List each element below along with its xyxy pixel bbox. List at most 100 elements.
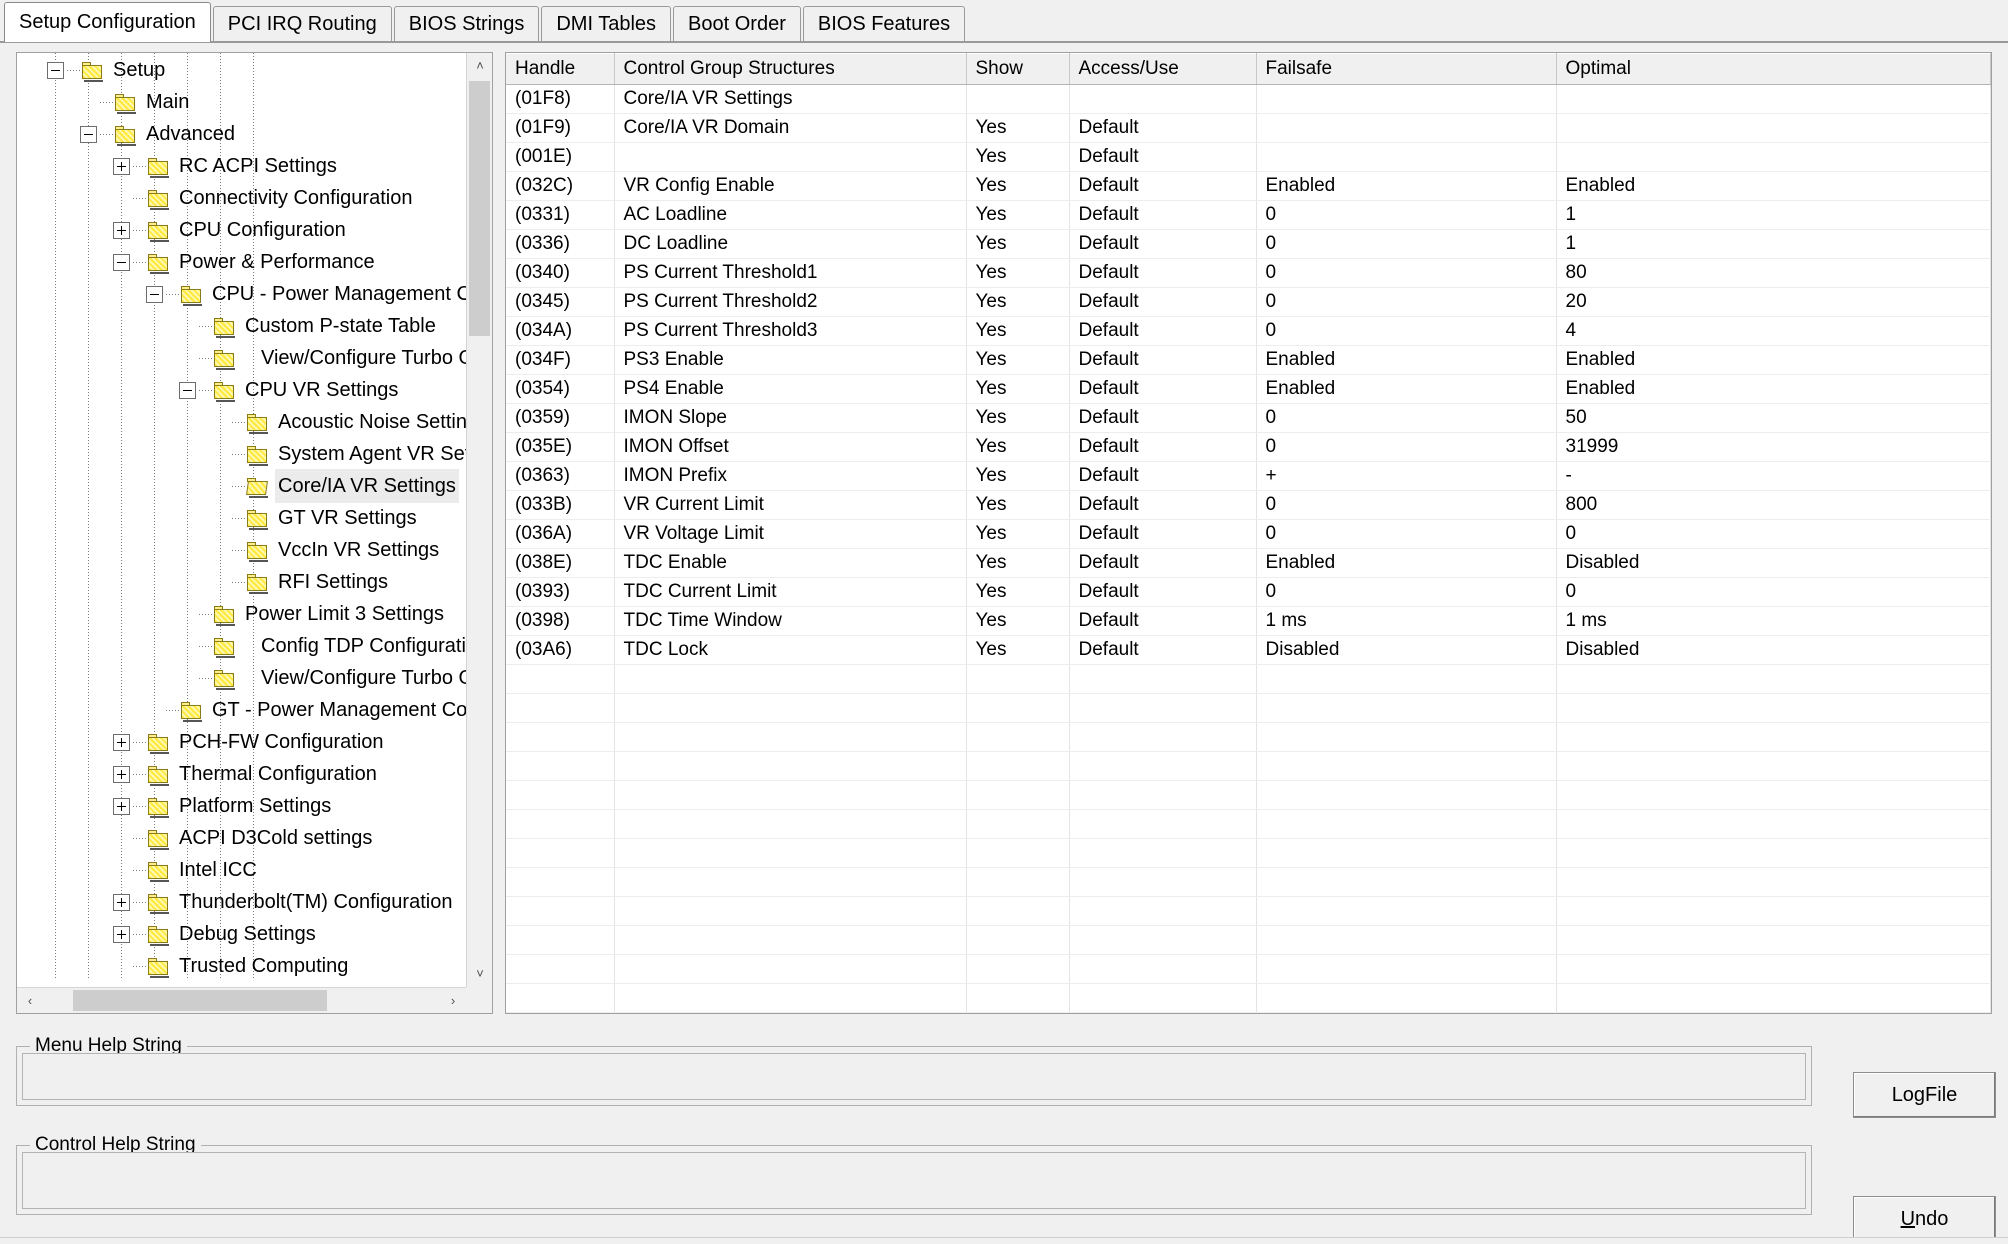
tree-horizontal-scrollbar[interactable]: ‹ ›	[17, 987, 466, 1013]
cell-optimal[interactable]: 1 ms	[1556, 606, 1991, 636]
tree-item[interactable]: RC ACPI Settings	[17, 149, 467, 181]
cell-optimal[interactable]: 50	[1556, 403, 1991, 433]
cell-access[interactable]: Default	[1069, 258, 1257, 288]
tree-item[interactable]: Custom P-state Table	[17, 309, 467, 341]
tree-item[interactable]: Acoustic Noise Settings	[17, 405, 467, 437]
cell-name[interactable]: Core/IA VR Settings	[614, 84, 967, 114]
cell-failsafe[interactable]: 0	[1256, 519, 1557, 549]
cell-name[interactable]: TDC Current Limit	[614, 577, 967, 607]
table-row[interactable]: (035E) IMON Offset Yes Default 0 31999	[506, 432, 1991, 462]
logfile-button[interactable]: LogFile	[1853, 1072, 1996, 1118]
cell-optimal[interactable]: 1	[1556, 200, 1991, 230]
cell-optimal[interactable]: 0	[1556, 577, 1991, 607]
cell-show[interactable]: Yes	[966, 258, 1070, 288]
cell-name[interactable]: VR Config Enable	[614, 171, 967, 201]
cell-show[interactable]: Yes	[966, 287, 1070, 317]
tree-item[interactable]: GT - Power Management Control	[17, 693, 467, 725]
cell-access[interactable]: Default	[1069, 490, 1257, 520]
cell-show[interactable]: Yes	[966, 577, 1070, 607]
tree-item[interactable]: View/Configure Turbo Options	[17, 341, 467, 373]
table-row[interactable]: (0336) DC Loadline Yes Default 0 1	[506, 229, 1991, 259]
cell-handle[interactable]: (034A)	[506, 316, 615, 346]
cell-show[interactable]: Yes	[966, 345, 1070, 375]
expand-icon[interactable]	[113, 157, 130, 175]
cell-show[interactable]: Yes	[966, 635, 1070, 665]
cell-optimal[interactable]: Enabled	[1556, 374, 1991, 404]
cell-access[interactable]: Default	[1069, 374, 1257, 404]
tree-item[interactable]: RFI Settings	[17, 565, 467, 597]
cell-show[interactable]: Yes	[966, 229, 1070, 259]
column-header-show[interactable]: Show	[966, 53, 1070, 85]
cell-optimal[interactable]	[1556, 142, 1991, 172]
cell-handle[interactable]: (0359)	[506, 403, 615, 433]
tree-item[interactable]: Main	[17, 85, 467, 117]
tab-boot-order[interactable]: Boot Order	[673, 6, 801, 42]
tree-item[interactable]: ACPI D3Cold settings	[17, 821, 467, 853]
cell-failsafe[interactable]: Disabled	[1256, 635, 1557, 665]
cell-handle[interactable]: (038E)	[506, 548, 615, 578]
cell-name[interactable]: DC Loadline	[614, 229, 967, 259]
cell-handle[interactable]: (0336)	[506, 229, 615, 259]
tree-item[interactable]: Platform Settings	[17, 789, 467, 821]
collapse-icon[interactable]	[80, 125, 97, 143]
table-row[interactable]: (034A) PS Current Threshold3 Yes Default 0 4	[506, 316, 1991, 346]
tree-item[interactable]: Power Limit 3 Settings	[17, 597, 467, 629]
column-header-access-use[interactable]: Access/Use	[1069, 53, 1257, 85]
table-row[interactable]: (0331) AC Loadline Yes Default 0 1	[506, 200, 1991, 230]
tree-item[interactable]: View/Configure Turbo Options	[17, 661, 467, 693]
cell-show[interactable]: Yes	[966, 113, 1070, 143]
cell-name[interactable]: VR Current Limit	[614, 490, 967, 520]
setup-tree[interactable]: Setup Main Advanced RC ACPI Settings Connect…	[17, 53, 467, 978]
table-row[interactable]: (03A6) TDC Lock Yes Default Disabled Disabled	[506, 635, 1991, 665]
table-row[interactable]: (036A) VR Voltage Limit Yes Default 0 0	[506, 519, 1991, 549]
cell-optimal[interactable]: 20	[1556, 287, 1991, 317]
collapse-icon[interactable]	[179, 381, 196, 399]
cell-failsafe[interactable]: 0	[1256, 403, 1557, 433]
menu-help-string-field[interactable]	[22, 1053, 1806, 1100]
cell-handle[interactable]: (0398)	[506, 606, 615, 636]
cell-access[interactable]: Default	[1069, 519, 1257, 549]
tree-item[interactable]: Thunderbolt(TM) Configuration	[17, 885, 467, 917]
tab-bios-strings[interactable]: BIOS Strings	[393, 6, 540, 42]
tree-item[interactable]: Intel ICC	[17, 853, 467, 885]
cell-access[interactable]: Default	[1069, 461, 1257, 491]
cell-failsafe[interactable]: Enabled	[1256, 171, 1557, 201]
cell-failsafe[interactable]: 0	[1256, 577, 1557, 607]
cell-show[interactable]: Yes	[966, 200, 1070, 230]
control-group-grid-panel[interactable]: Handle Control Group Structures Show Acc…	[505, 52, 1992, 1014]
cell-optimal[interactable]: Disabled	[1556, 635, 1991, 665]
cell-optimal[interactable]	[1556, 113, 1991, 143]
table-row[interactable]: (0398) TDC Time Window Yes Default 1 ms 1 ms	[506, 606, 1991, 636]
table-row[interactable]: (001E) Yes Default	[506, 142, 1991, 172]
cell-failsafe[interactable]	[1256, 113, 1557, 143]
cell-access[interactable]: Default	[1069, 316, 1257, 346]
cell-access[interactable]: Default	[1069, 403, 1257, 433]
cell-failsafe[interactable]: Enabled	[1256, 374, 1557, 404]
cell-handle[interactable]: (01F8)	[506, 84, 615, 114]
cell-failsafe[interactable]: 0	[1256, 200, 1557, 230]
cell-show[interactable]: Yes	[966, 403, 1070, 433]
tab-bios-features[interactable]: BIOS Features	[802, 6, 966, 42]
cell-name[interactable]: PS Current Threshold2	[614, 287, 967, 317]
scroll-down-button[interactable]: ˅	[467, 961, 492, 987]
scroll-right-button[interactable]: ›	[440, 988, 466, 1013]
cell-name[interactable]: Core/IA VR Domain	[614, 113, 967, 143]
scroll-up-button[interactable]: ˄	[467, 53, 492, 79]
tree-item[interactable]: CPU VR Settings	[17, 373, 467, 405]
cell-name[interactable]: PS Current Threshold1	[614, 258, 967, 288]
cell-name[interactable]: PS3 Enable	[614, 345, 967, 375]
cell-handle[interactable]: (0340)	[506, 258, 615, 288]
cell-access[interactable]: Default	[1069, 577, 1257, 607]
column-header-failsafe[interactable]: Failsafe	[1256, 53, 1557, 85]
cell-access[interactable]: Default	[1069, 548, 1257, 578]
cell-name[interactable]: AC Loadline	[614, 200, 967, 230]
cell-show[interactable]	[966, 84, 1070, 114]
cell-name[interactable]: TDC Enable	[614, 548, 967, 578]
cell-name[interactable]: IMON Slope	[614, 403, 967, 433]
table-row[interactable]: (0359) IMON Slope Yes Default 0 50	[506, 403, 1991, 433]
collapse-icon[interactable]	[146, 285, 163, 303]
collapse-icon[interactable]	[47, 61, 64, 79]
cell-optimal[interactable]: Disabled	[1556, 548, 1991, 578]
tab-pci-irq-routing[interactable]: PCI IRQ Routing	[212, 6, 392, 42]
cell-handle[interactable]: (032C)	[506, 171, 615, 201]
